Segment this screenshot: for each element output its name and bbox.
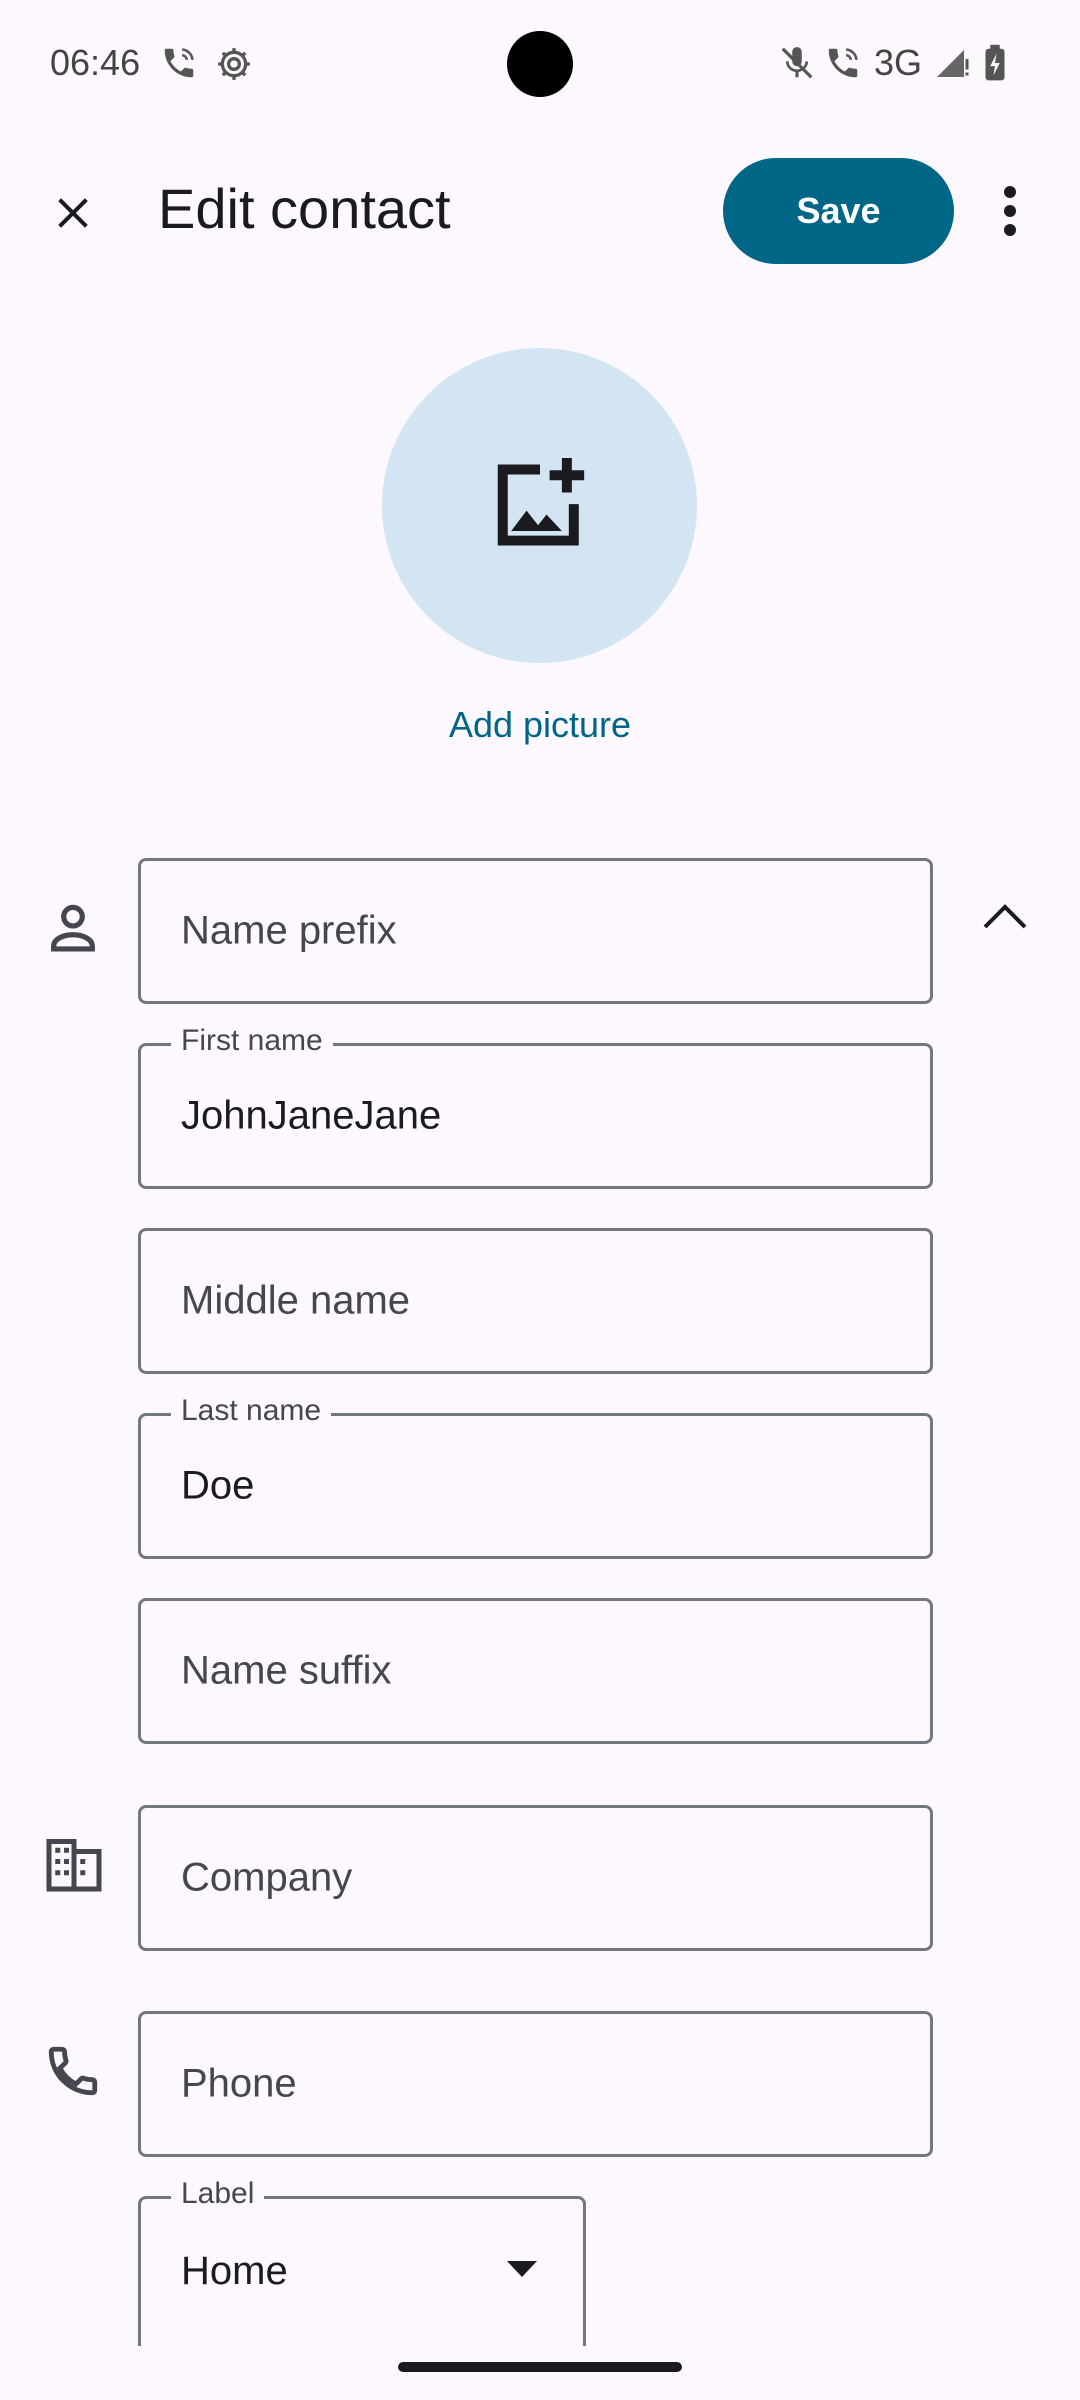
- wifi-calling-icon: [160, 44, 198, 87]
- phone-placeholder: Phone: [181, 2061, 297, 2106]
- add-photo-icon: [497, 457, 584, 546]
- save-button[interactable]: Save: [723, 158, 954, 264]
- middle-name-placeholder: Middle name: [181, 1278, 411, 1323]
- name-suffix-placeholder: Name suffix: [181, 1648, 392, 1693]
- mute-icon: [778, 44, 816, 87]
- status-bar: 06:46 3G: [0, 0, 1080, 130]
- business-icon: [44, 1836, 104, 1897]
- close-button[interactable]: [40, 180, 106, 246]
- battery-charging-icon: [982, 44, 1008, 87]
- edit-contact-screen: 06:46 3G Edit contact Save Add picture N…: [0, 0, 1080, 2400]
- phone-field[interactable]: Phone: [138, 2011, 933, 2157]
- signal-icon: [934, 44, 970, 85]
- settings-icon: [214, 44, 254, 89]
- name-prefix-field[interactable]: Name prefix: [138, 858, 933, 1004]
- dropdown-arrow-icon: [507, 2261, 537, 2277]
- status-time: 06:46: [50, 42, 141, 83]
- company-field[interactable]: Company: [138, 1805, 933, 1951]
- call-icon: [824, 44, 862, 87]
- camera-cutout: [507, 31, 573, 97]
- gesture-bar[interactable]: [398, 2362, 682, 2372]
- first-name-value: JohnJaneJane: [181, 1093, 442, 1138]
- last-name-value: Doe: [181, 1463, 255, 1508]
- first-name-field[interactable]: First name JohnJaneJane: [138, 1024, 933, 1189]
- name-suffix-field[interactable]: Name suffix: [138, 1598, 933, 1744]
- add-picture-link[interactable]: Add picture: [340, 704, 740, 746]
- more-vert-icon: [1004, 186, 1016, 236]
- phone-label-caption: Label: [171, 2177, 265, 2211]
- person-icon: [42, 896, 104, 963]
- collapse-name-fields-button[interactable]: [975, 890, 1035, 942]
- network-type: 3G: [874, 42, 923, 83]
- last-name-field[interactable]: Last name Doe: [138, 1394, 933, 1559]
- page-title: Edit contact: [158, 177, 451, 240]
- chevron-up-icon: [983, 904, 1027, 929]
- avatar-picker[interactable]: [382, 348, 697, 663]
- last-name-label: Last name: [171, 1394, 332, 1428]
- company-placeholder: Company: [181, 1855, 353, 1900]
- first-name-label: First name: [171, 1024, 333, 1058]
- app-bar: Edit contact Save: [0, 150, 1080, 270]
- phone-label-value: Home: [181, 2249, 288, 2293]
- more-options-button[interactable]: [990, 178, 1030, 244]
- close-icon: [58, 198, 88, 228]
- phone-label-dropdown[interactable]: Label Home: [138, 2177, 586, 2346]
- middle-name-field[interactable]: Middle name: [138, 1228, 933, 1374]
- phone-icon: [44, 2042, 102, 2105]
- name-prefix-placeholder: Name prefix: [181, 908, 397, 953]
